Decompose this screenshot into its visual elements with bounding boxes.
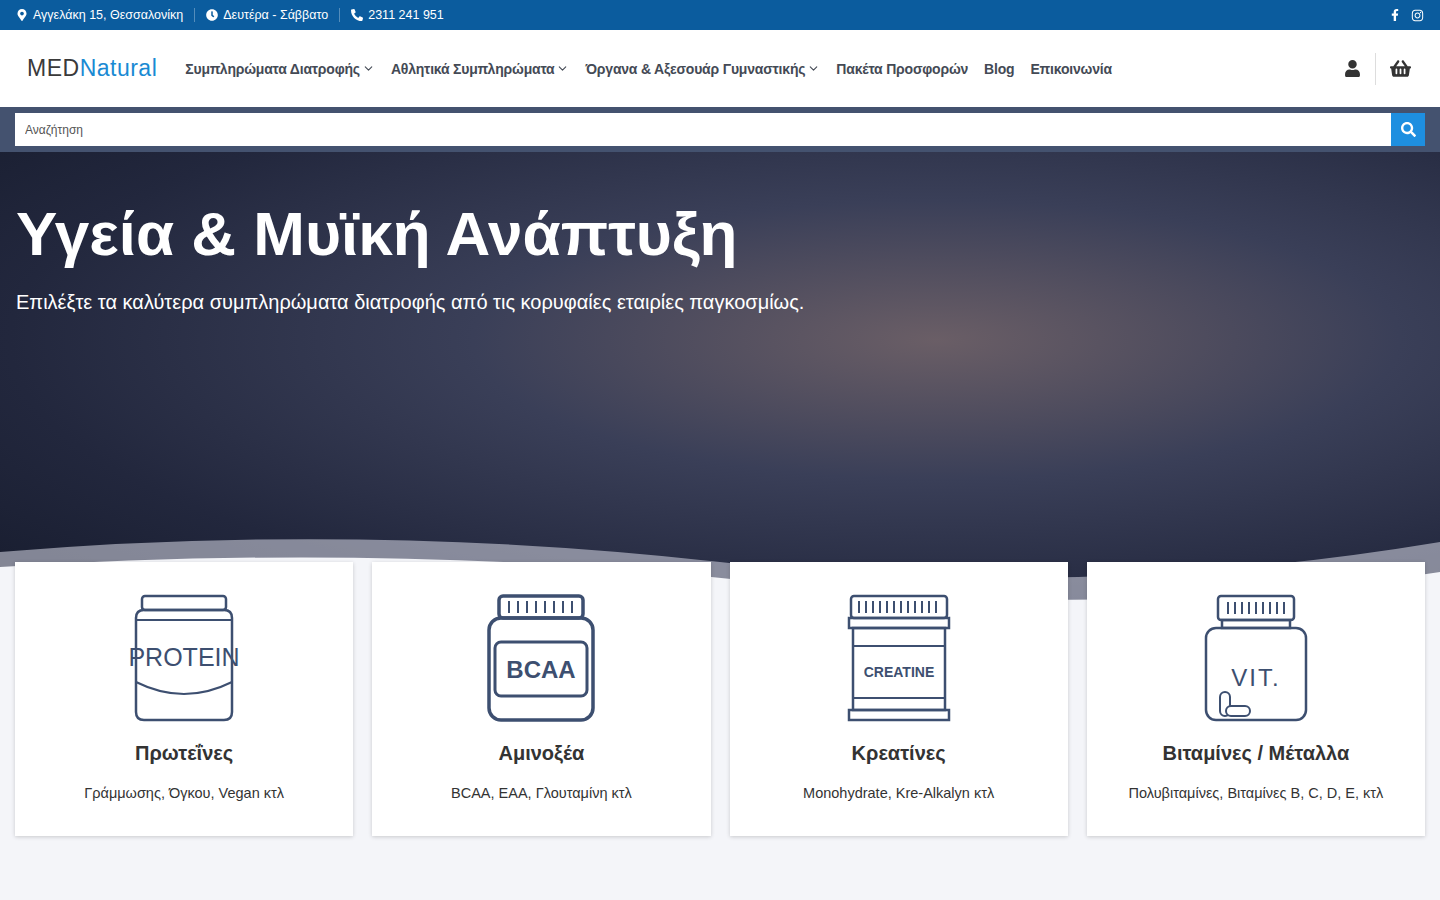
- category-title: Κρεατίνες: [852, 742, 946, 765]
- nav-item[interactable]: Blog: [984, 61, 1014, 77]
- nav-item[interactable]: Αθλητικά Συμπληρώματα: [391, 61, 570, 77]
- category-card[interactable]: BCAA Αμινοξέα BCAA, EAA, Γλουταμίνη κτλ: [372, 562, 710, 836]
- svg-text:CREATINE: CREATINE: [863, 664, 934, 680]
- clock-icon: [206, 9, 218, 21]
- cart-button[interactable]: [1375, 53, 1425, 85]
- map-pin-icon: [16, 9, 28, 21]
- chevron-down-icon: [362, 62, 375, 75]
- svg-text:PROTEIN: PROTEIN: [129, 643, 240, 671]
- instagram-icon[interactable]: [1411, 9, 1424, 22]
- jar-icon: CREATINE: [839, 594, 959, 724]
- category-subtitle: Γράμμωσης, Όγκου, Vegan κτλ: [84, 785, 284, 801]
- category-subtitle: Monohydrate, Kre-Alkalyn κτλ: [803, 785, 994, 801]
- svg-text:BCAA: BCAA: [507, 656, 576, 683]
- user-icon: [1344, 60, 1361, 77]
- top-bar: Αγγελάκη 15, ΘεσσαλονίκηΔευτέρα - Σάββατ…: [0, 0, 1440, 30]
- phone[interactable]: 2311 241 951: [339, 8, 455, 22]
- category-card[interactable]: PROTEIN Πρωτεΐνες Γράμμωσης, Όγκου, Vegan …: [15, 562, 353, 836]
- search-bar: [0, 107, 1440, 152]
- nav-item[interactable]: Επικοινωνία: [1030, 61, 1111, 77]
- logo[interactable]: MEDNatural: [27, 55, 157, 82]
- phone-icon: [351, 9, 363, 21]
- page: Αγγελάκη 15, ΘεσσαλονίκηΔευτέρα - Σάββατ…: [0, 0, 1440, 900]
- address: Αγγελάκη 15, Θεσσαλονίκη: [16, 8, 194, 22]
- jar-icon: BCAA: [481, 594, 601, 724]
- jar-icon: PROTEIN: [124, 594, 244, 724]
- category-cards: PROTEIN Πρωτεΐνες Γράμμωσης, Όγκου, Vegan …: [0, 562, 1440, 836]
- category-subtitle: BCAA, EAA, Γλουταμίνη κτλ: [451, 785, 632, 801]
- nav-item[interactable]: Συμπληρώματα Διατροφής: [185, 61, 375, 77]
- header: MEDNatural Συμπληρώματα Διατροφής Αθλητικά…: [0, 30, 1440, 107]
- category-title: Αμινοξέα: [498, 742, 584, 765]
- category-card[interactable]: VIT. Βιταμίνες / Μέταλλα Πολυβιταμίνες, Βι…: [1087, 562, 1425, 836]
- chevron-down-icon: [556, 62, 569, 75]
- contact-info: Αγγελάκη 15, ΘεσσαλονίκηΔευτέρα - Σάββατ…: [16, 8, 455, 22]
- search-icon: [1401, 122, 1416, 137]
- social-links: [1389, 9, 1424, 22]
- category-subtitle: Πολυβιταμίνες, Βιταμίνες B, C, D, E, κτλ: [1129, 785, 1384, 801]
- hero-subtitle: Επιλέξτε τα καλύτερα συμπληρώματα διατρο…: [16, 291, 1424, 314]
- category-title: Βιταμίνες / Μέταλλα: [1162, 742, 1349, 765]
- category-title: Πρωτεΐνες: [135, 742, 233, 765]
- facebook-icon[interactable]: [1389, 9, 1401, 21]
- main-nav: Συμπληρώματα Διατροφής Αθλητικά Συμπληρώμ…: [185, 61, 1330, 77]
- svg-text:VIT.: VIT.: [1231, 664, 1280, 691]
- search-button[interactable]: [1391, 113, 1425, 146]
- hero: Υγεία & Μυϊκή Ανάπτυξη Επιλέξτε τα καλύτε…: [0, 152, 1440, 622]
- nav-item[interactable]: Πακέτα Προσφορών: [836, 61, 968, 77]
- nav-item[interactable]: Όργανα & Αξεσουάρ Γυμναστικής: [585, 61, 820, 77]
- basket-icon: [1390, 58, 1411, 79]
- jar-icon: VIT.: [1196, 594, 1316, 724]
- search-input[interactable]: [15, 113, 1391, 146]
- account-button[interactable]: [1330, 53, 1375, 85]
- hero-title: Υγεία & Μυϊκή Ανάπτυξη: [16, 197, 1424, 271]
- header-actions: [1330, 53, 1425, 85]
- opening-hours: Δευτέρα - Σάββατο: [194, 8, 339, 22]
- chevron-down-icon: [807, 62, 820, 75]
- category-card[interactable]: CREATINE Κρεατίνες Monohydrate, Kre-Alkaly…: [730, 562, 1068, 836]
